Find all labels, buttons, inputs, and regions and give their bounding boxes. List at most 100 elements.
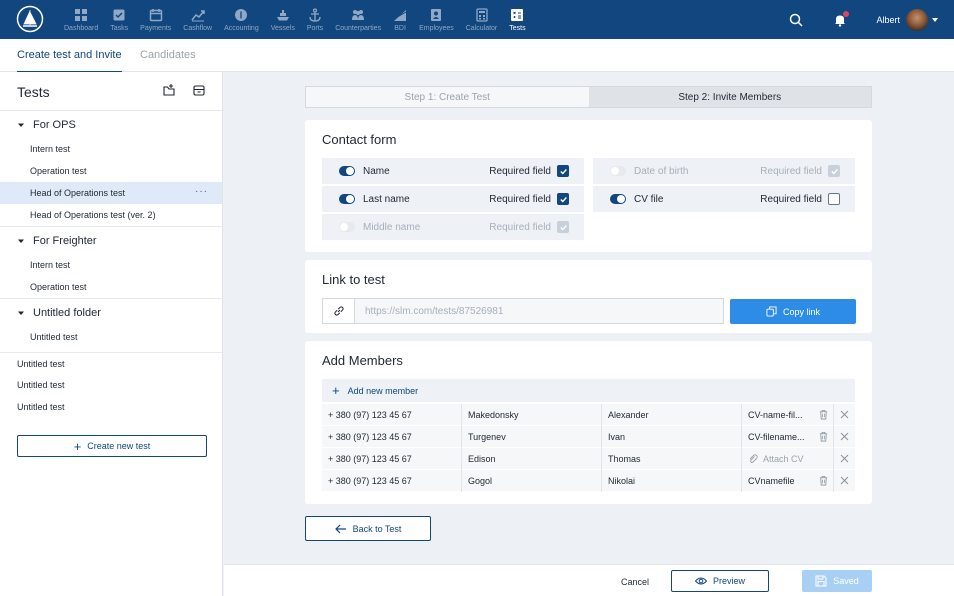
cv-filename[interactable]: CVnamefile	[748, 476, 795, 486]
nav-item-counterparties[interactable]: Counterparties	[329, 0, 387, 39]
folder-row[interactable]: Untitled folder	[0, 298, 222, 326]
field-label: Date of birth	[634, 165, 689, 177]
add-new-member-button[interactable]: + Add new member	[322, 379, 855, 402]
field-toggle-switch[interactable]	[610, 166, 626, 176]
trash-icon[interactable]	[818, 431, 829, 442]
field-toggle-switch[interactable]	[339, 222, 355, 232]
member-first-name[interactable]: Thomas	[602, 447, 742, 470]
test-item-label: Intern test	[30, 144, 71, 154]
test-item-label: Intern test	[30, 260, 71, 270]
nav-item-tests[interactable]: Tests	[503, 0, 531, 39]
tab-candidates[interactable]: Candidates	[140, 49, 196, 61]
remove-member-close-icon[interactable]	[834, 470, 855, 492]
folder-row[interactable]: For OPS	[0, 110, 222, 138]
sailboat-logo-icon[interactable]	[16, 5, 44, 33]
trash-icon[interactable]	[818, 409, 829, 420]
attach-cv-button[interactable]: Attach CV	[748, 454, 804, 464]
archive-icon[interactable]	[192, 83, 206, 97]
saved-button[interactable]: Saved	[802, 570, 872, 592]
cv-filename[interactable]: CV-filename...	[748, 432, 805, 442]
plus-icon: +	[332, 383, 340, 398]
nav-item-employees[interactable]: Employees	[413, 0, 460, 39]
remove-member-close-icon[interactable]	[834, 426, 855, 448]
user-menu-chevron-down-icon[interactable]	[932, 17, 938, 22]
test-item[interactable]: Untitled test	[0, 352, 222, 374]
nav-item-ports[interactable]: Ports	[301, 0, 329, 39]
remove-member-close-icon[interactable]	[834, 448, 855, 470]
cancel-button[interactable]: Cancel	[621, 577, 649, 587]
test-item[interactable]: Intern test	[0, 138, 222, 160]
calendar-icon	[149, 9, 162, 22]
nav-item-payments[interactable]: Payments	[134, 0, 177, 39]
nav-item-calculator[interactable]: Calculator	[460, 0, 504, 39]
field-label: Name	[363, 165, 390, 177]
member-row: + 380 (97) 123 45 67 Makedonsky Alexander C…	[322, 403, 855, 426]
user-name[interactable]: Albert	[876, 15, 900, 25]
test-link-input[interactable]	[355, 299, 723, 323]
nav-item-cashflow[interactable]: Cashflow	[177, 0, 218, 39]
notification-bell-icon[interactable]	[832, 10, 850, 28]
member-phone[interactable]: + 380 (97) 123 45 67	[322, 403, 462, 426]
member-last-name[interactable]: Edison	[462, 447, 602, 470]
step-create-test[interactable]: Step 1: Create Test	[306, 87, 589, 107]
member-last-name[interactable]: Gogol	[462, 469, 602, 492]
nav-item-accounting[interactable]: Accounting	[218, 0, 265, 39]
copy-link-button[interactable]: Copy link	[730, 299, 856, 324]
nav-item-tasks[interactable]: Tasks	[104, 0, 134, 39]
required-checkbox[interactable]	[557, 193, 569, 205]
nav-item-label: Tasks	[110, 25, 129, 32]
nav-item-label: Employees	[419, 25, 454, 32]
required-checkbox[interactable]	[828, 165, 840, 177]
cv-filename[interactable]: CV-name-fil...	[748, 410, 803, 420]
required-checkbox[interactable]	[828, 193, 840, 205]
nav-item-bdi[interactable]: BDI	[387, 0, 413, 39]
remove-member-close-icon[interactable]	[834, 404, 855, 426]
nav-item-dashboard[interactable]: Dashboard	[58, 0, 104, 39]
member-row: + 380 (97) 123 45 67 Turgenev Ivan CV-filen…	[322, 425, 855, 448]
preview-button[interactable]: Preview	[671, 570, 769, 592]
field-toggle-switch[interactable]	[339, 166, 355, 176]
main-nav: Dashboard Tasks Payments Cashflow Accounting…	[58, 0, 532, 39]
member-phone[interactable]: + 380 (97) 123 45 67	[322, 425, 462, 448]
test-item[interactable]: Operation test	[0, 160, 222, 182]
trend-icon	[191, 10, 205, 22]
test-item[interactable]: Head of Operations test (ver. 2)	[0, 204, 222, 226]
member-cv-cell: CV-filename...	[742, 425, 834, 448]
test-item[interactable]: Intern test	[0, 254, 222, 276]
nav-item-label: Dashboard	[64, 25, 99, 32]
trash-icon[interactable]	[818, 475, 829, 486]
test-item[interactable]: Untitled test	[0, 374, 222, 396]
field-toggle-switch[interactable]	[610, 194, 626, 204]
member-row: + 380 (97) 123 45 67 Edison Thomas Attach C…	[322, 447, 855, 470]
back-to-test-button[interactable]: Back to Test	[305, 516, 431, 541]
plus-icon: +	[73, 438, 82, 454]
required-checkbox[interactable]	[557, 165, 569, 177]
add-folder-icon[interactable]	[162, 83, 176, 97]
test-item[interactable]: Untitled test	[0, 396, 222, 418]
member-phone[interactable]: + 380 (97) 123 45 67	[322, 447, 462, 470]
member-cv-cell: Attach CV	[742, 447, 834, 470]
member-first-name[interactable]: Alexander	[602, 403, 742, 426]
member-last-name[interactable]: Turgenev	[462, 425, 602, 448]
test-item-label: Operation test	[30, 166, 87, 176]
more-options-icon[interactable]: ···	[195, 186, 208, 197]
nav-item-vessels[interactable]: Vessels	[265, 0, 301, 39]
member-last-name[interactable]: Makedonsky	[462, 403, 602, 426]
field-toggle-switch[interactable]	[339, 194, 355, 204]
test-item-label: Untitled test	[17, 380, 65, 390]
test-item[interactable]: Operation test	[0, 276, 222, 298]
member-first-name[interactable]: Nikolai	[602, 469, 742, 492]
test-item-label: Head of Operations test (ver. 2)	[30, 210, 156, 220]
search-icon[interactable]	[788, 12, 804, 28]
contact-form-title: Contact form	[322, 132, 397, 147]
tab-create-test-and-invite[interactable]: Create test and Invite	[17, 49, 122, 73]
required-checkbox[interactable]	[557, 221, 569, 233]
member-first-name[interactable]: Ivan	[602, 425, 742, 448]
test-item[interactable]: Head of Operations test ···	[0, 182, 222, 204]
test-item[interactable]: Untitled test	[0, 326, 222, 348]
step-invite-members[interactable]: Step 2: Invite Members	[588, 87, 871, 107]
user-avatar[interactable]	[906, 8, 928, 31]
create-new-test-button[interactable]: + Create new test	[17, 435, 207, 457]
folder-row[interactable]: For Freighter	[0, 226, 222, 254]
member-phone[interactable]: + 380 (97) 123 45 67	[322, 469, 462, 492]
